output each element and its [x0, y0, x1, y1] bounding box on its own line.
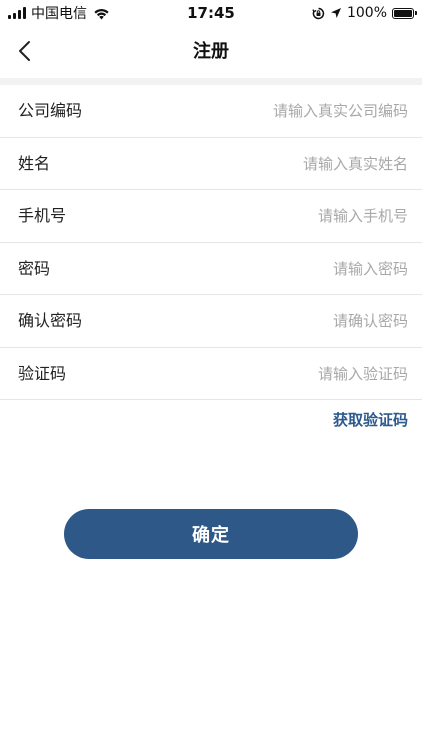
battery-icon	[392, 7, 417, 19]
form-row-verification-code: 验证码	[0, 348, 422, 400]
header-separator	[0, 78, 422, 85]
confirm-button[interactable]: 确定	[64, 509, 358, 559]
form-row-company-code: 公司编码	[0, 85, 422, 138]
status-bar-right: 100%	[312, 4, 417, 22]
verification-code-label: 验证码	[18, 363, 67, 383]
form-row-name: 姓名	[0, 138, 422, 190]
form-row-confirm-password: 确认密码	[0, 295, 422, 348]
location-arrow-icon	[330, 7, 342, 19]
company-code-label: 公司编码	[18, 101, 83, 120]
password-input[interactable]	[148, 254, 408, 283]
name-input[interactable]	[148, 149, 408, 178]
registration-form: 公司编码 姓名 手机号 密码 确认密码 验证码	[0, 85, 422, 400]
confirm-password-input[interactable]	[148, 307, 408, 335]
form-row-password: 密码	[0, 243, 422, 295]
page-title: 注册	[193, 41, 229, 62]
verification-code-input[interactable]	[148, 359, 408, 388]
name-label: 姓名	[18, 153, 51, 173]
battery-fill	[394, 9, 412, 17]
password-label: 密码	[18, 258, 51, 278]
form-row-phone: 手机号	[0, 190, 422, 243]
nav-bar: 注册	[0, 26, 422, 78]
orientation-lock-icon	[312, 7, 325, 20]
phone-label: 手机号	[18, 206, 67, 225]
status-bar: 中国电信 17:45 100%	[0, 0, 422, 26]
confirm-password-label: 确认密码	[18, 311, 83, 330]
battery-percent: 100%	[346, 5, 387, 21]
get-verification-code-link[interactable]: 获取验证码	[333, 409, 408, 431]
phone-input[interactable]	[148, 202, 408, 230]
company-code-input[interactable]	[148, 97, 408, 125]
